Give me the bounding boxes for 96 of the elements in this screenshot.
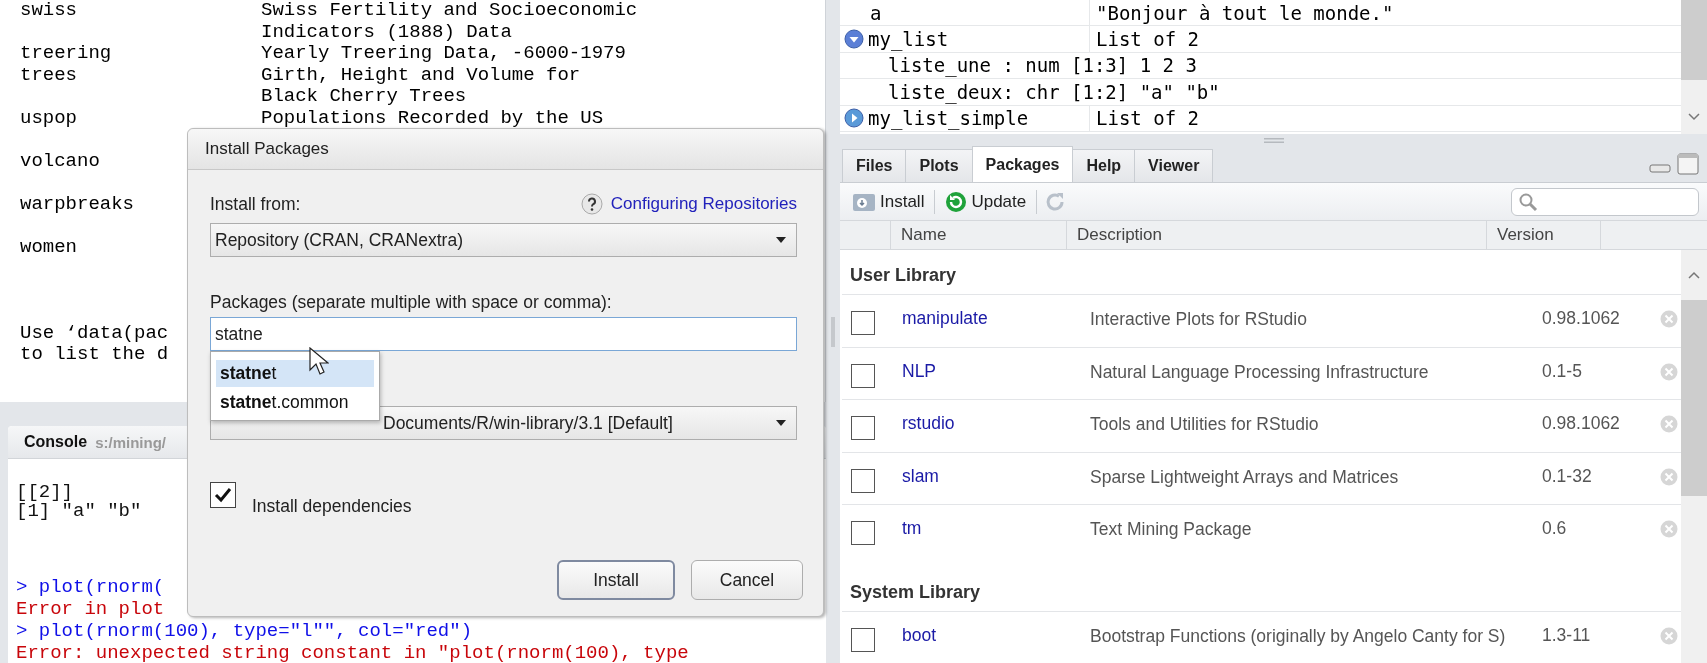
dialog-button[interactable]: Install [557, 560, 675, 600]
search-icon [1518, 191, 1538, 212]
suggestion-item[interactable]: statnet [216, 360, 374, 387]
package-description: Sparse Lightweight Arrays and Matrices [1090, 465, 1400, 489]
dependencies-checkbox[interactable] [210, 482, 236, 508]
dataset-name: women [20, 236, 77, 258]
library-heading: System Library [849, 580, 982, 604]
help-link[interactable]: Configuring Repositories [580, 193, 797, 215]
dataset-name: swiss [20, 0, 77, 22]
package-link[interactable]: slam [902, 452, 1090, 487]
remove-icon[interactable] [1660, 362, 1678, 381]
package-description: Tools and Utilities for RStudio [1090, 413, 1320, 436]
splitter-grip-icon[interactable] [1263, 137, 1284, 143]
remove-icon[interactable] [1660, 626, 1678, 645]
package-checkbox[interactable] [851, 311, 875, 335]
column-header[interactable]: Description [1066, 221, 1486, 249]
list-element: liste_une : num [1:3] 1 2 3 [887, 54, 1197, 77]
package-link[interactable]: tm [902, 505, 1090, 539]
package-link[interactable]: manipulate [902, 295, 1090, 329]
package-description: Natural Language Processing Infrastructure [1090, 360, 1430, 384]
checkbox-label: Install dependencies [252, 496, 412, 517]
console-line: Error in plot [16, 598, 165, 620]
package-checkbox[interactable] [851, 416, 875, 440]
expand-icon[interactable] [844, 108, 864, 129]
console-title[interactable]: Console [24, 433, 88, 451]
dataset-description: Swiss Fertility and Socioeconomic [261, 0, 638, 22]
working-directory: s:/mining/ [95, 433, 166, 451]
variable-name: a [870, 1, 882, 24]
column-header[interactable]: Version [1486, 221, 1600, 249]
remove-icon[interactable] [1660, 415, 1678, 433]
remove-icon[interactable] [1660, 310, 1678, 328]
console-line: [1] "a" "b" [16, 502, 142, 521]
dialog-button[interactable]: Cancel [691, 560, 803, 600]
output-line: Use ‘data(pac [20, 322, 169, 344]
dataset-description: Populations Recorded by the US [261, 107, 604, 129]
packages-input[interactable]: statne [210, 317, 797, 351]
scrollbar[interactable] [1681, 0, 1707, 134]
column-header[interactable]: Name [890, 221, 1066, 249]
update-button[interactable]: Update [941, 190, 1031, 213]
package-checkbox[interactable] [851, 521, 875, 545]
package-checkbox[interactable] [851, 627, 875, 652]
dataset-description: Yearly Treering Data, -6000-1979 [261, 43, 626, 65]
variable-name: my_list [868, 28, 949, 51]
remove-icon[interactable] [1660, 520, 1678, 538]
output-line: to list the d [20, 344, 169, 366]
variable-value: List of 2 [1095, 107, 1199, 130]
package-version: 0.6 [1542, 517, 1568, 539]
package-description: Interactive Plots for RStudio [1090, 308, 1308, 331]
chevron-down-icon[interactable] [1687, 112, 1701, 122]
variable-name: my_list_simple [868, 107, 1029, 130]
library-heading: User Library [849, 264, 958, 287]
pane-tab[interactable]: Packages [971, 146, 1074, 182]
search-field[interactable] [1511, 187, 1699, 216]
package-version: 0.1-32 [1542, 464, 1593, 487]
package-link[interactable]: NLP [902, 347, 1090, 382]
dataset-description: Girth, Height and Volume for [261, 64, 581, 86]
console-line: > plot(rnorm(100), type="l"", col="red") [16, 620, 473, 642]
remove-icon[interactable] [1660, 467, 1678, 486]
help-icon [580, 193, 603, 215]
chevron-up-icon[interactable] [1687, 270, 1701, 280]
dataset-description: Black Cherry Trees [261, 86, 467, 108]
package-description: Bootstrap Functions (originally by Angelo Canty for S) [1090, 624, 1507, 648]
maximize-icon[interactable] [1677, 153, 1699, 175]
package-link[interactable]: rstudio [902, 400, 1090, 434]
field-label: Packages (separate multiple with space or comma): [210, 292, 612, 313]
console-line: > plot(rnorm( [16, 576, 165, 598]
dataset-name: uspop [20, 107, 77, 129]
variable-value: List of 2 [1095, 28, 1199, 51]
package-checkbox[interactable] [851, 363, 875, 388]
dataset-name: volcano [20, 150, 100, 172]
dataset-description: Indicators (1888) Data [261, 21, 512, 43]
package-description: Text Mining Package [1090, 518, 1253, 541]
package-version: 0.98.1062 [1542, 412, 1621, 434]
update-icon [945, 190, 968, 213]
package-version: 1.3-11 [1542, 623, 1592, 646]
package-link[interactable]: boot [902, 611, 1090, 646]
package-version: 0.98.1062 [1542, 307, 1621, 329]
expand-icon[interactable] [844, 29, 864, 50]
repository-dropdown[interactable]: Repository (CRAN, CRANextra) [210, 223, 797, 257]
list-element: liste_deux: chr [1:2] "a" "b" [887, 80, 1220, 103]
field-label: Install from: [210, 193, 301, 215]
console-line: Error: unexpected string constant in "plot(rnorm(100), type [16, 642, 689, 663]
check-icon [213, 486, 233, 504]
scrollbar[interactable] [1681, 250, 1707, 663]
variable-value: "Bonjour à tout le monde." [1095, 1, 1394, 24]
caret-icon [776, 237, 786, 243]
dataset-name: trees [20, 64, 77, 86]
package-version: 0.1-5 [1542, 359, 1583, 382]
dialog-title: Install Packages [188, 129, 823, 170]
dataset-name: warpbreaks [20, 193, 135, 215]
package-checkbox[interactable] [851, 468, 875, 493]
console-line: [[2]] [16, 483, 73, 502]
pane-tab[interactable]: Files [842, 149, 907, 182]
pane-tab[interactable]: Viewer [1134, 149, 1214, 182]
install-button[interactable]: Install [848, 190, 929, 213]
dataset-name: treering [20, 43, 112, 65]
